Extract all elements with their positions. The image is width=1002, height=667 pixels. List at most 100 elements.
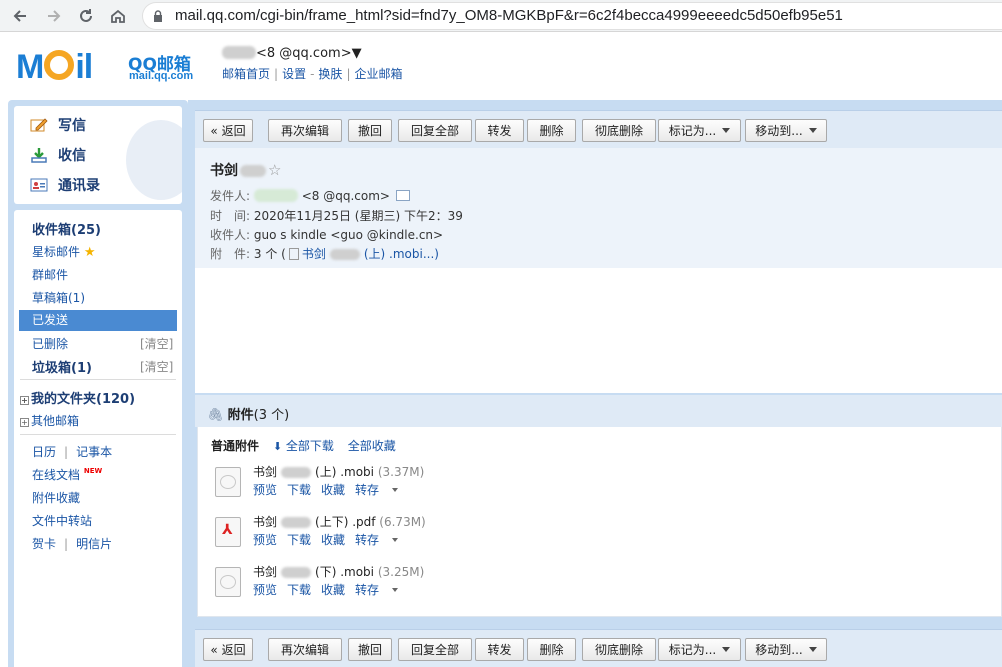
home-icon[interactable] — [106, 4, 130, 28]
file-transfer-link[interactable]: 文件中转站 — [32, 512, 92, 529]
back-arrow-icon[interactable] — [8, 4, 32, 28]
mobi-file-icon[interactable] — [215, 467, 241, 497]
attachment-name[interactable]: 书剑 (下) .mobi (3.25M) — [253, 563, 424, 580]
save-link[interactable]: 收藏 — [321, 483, 345, 497]
attachments-header: 🖇 附件(3 个) — [195, 395, 1002, 427]
preview-link[interactable]: 预览 — [253, 533, 277, 547]
download-link[interactable]: 下载 — [287, 583, 311, 597]
chevron-down-icon — [392, 538, 399, 542]
move-to-dropdown[interactable]: 移动到... — [745, 638, 827, 661]
reedit-button[interactable]: 再次编辑 — [268, 119, 342, 142]
forward-button[interactable]: 转发 — [475, 119, 524, 142]
save-link[interactable]: 收藏 — [321, 583, 345, 597]
clear-spam-link[interactable]: [清空] — [140, 358, 173, 375]
folder-inbox[interactable]: 收件箱(25) — [32, 219, 101, 238]
enterprise-link[interactable]: 企业邮箱 — [354, 67, 402, 81]
mail-body — [195, 268, 1002, 393]
preview-link[interactable]: 预览 — [253, 483, 277, 497]
transfer-dropdown[interactable]: 转存 — [355, 583, 408, 597]
expand-icon: + — [20, 418, 29, 427]
account-address: <8 @qq.com>▼ — [256, 46, 362, 61]
forward-arrow-icon[interactable] — [42, 4, 66, 28]
url-text: mail.qq.com/cgi-bin/frame_html?sid=fnd7y… — [175, 7, 843, 24]
delete-forever-button[interactable]: 彻底删除 — [582, 119, 656, 142]
chevron-down-icon — [392, 488, 399, 492]
reply-all-button[interactable]: 回复全部 — [398, 119, 472, 142]
penguin-decoration — [126, 120, 182, 200]
back-button[interactable]: « 返回 — [203, 638, 253, 661]
mail-toolbar-bottom: « 返回 再次编辑 撤回 回复全部 转发 删除 彻底删除 标记为... 移动到.… — [195, 629, 1002, 667]
attachment-link[interactable]: 书剑 (上) .mobi...) — [302, 247, 439, 261]
folder-drafts[interactable]: 草稿箱(1) — [32, 289, 85, 306]
download-arrow-icon — [31, 148, 47, 163]
folder-deleted[interactable]: 已删除 — [32, 335, 68, 352]
folder-starred[interactable]: 星标邮件 ★ — [32, 243, 96, 260]
from-address[interactable]: <8 @qq.com> — [302, 189, 390, 203]
mobi-file-icon[interactable] — [215, 567, 241, 597]
cards-link[interactable]: 贺卡 — [32, 537, 56, 551]
attachment-name[interactable]: 书剑 (上下) .pdf (6.73M) — [253, 513, 426, 530]
recall-button[interactable]: 撤回 — [348, 638, 392, 661]
folder-spam[interactable]: 垃圾箱(1) — [32, 357, 92, 376]
folder-sent[interactable]: 已发送 — [19, 310, 177, 331]
mail-header-info: 书剑 ☆ 发件人: <8 @qq.com> 时 间: 2020年11月25日 (星… — [195, 148, 1002, 268]
settings-link[interactable]: 设置 — [282, 67, 306, 81]
download-arrow-icon: ⬇ — [272, 440, 283, 453]
forward-button[interactable]: 转发 — [475, 638, 524, 661]
mark-as-dropdown[interactable]: 标记为... — [658, 119, 741, 142]
save-all-link[interactable]: 全部收藏 — [348, 439, 396, 453]
contacts-button[interactable]: 通讯录 — [30, 174, 100, 196]
reload-icon[interactable] — [74, 4, 98, 28]
divider — [20, 434, 176, 435]
transfer-dropdown[interactable]: 转存 — [355, 483, 408, 497]
mark-as-dropdown[interactable]: 标记为... — [658, 638, 741, 661]
attachments-panel: 普通附件 ⬇ 全部下载 全部收藏 书剑 (上) .mobi (3.37M) 预览下… — [197, 427, 1002, 617]
chevron-down-icon — [808, 647, 817, 652]
download-all-link[interactable]: ⬇ 全部下载 — [273, 439, 334, 453]
transfer-dropdown[interactable]: 转存 — [355, 533, 408, 547]
to-address[interactable]: guo s kindle <guo @kindle.cn> — [254, 228, 443, 242]
my-folders[interactable]: + 我的文件夹(120) — [20, 388, 135, 407]
mail-logo[interactable]: Mil — [16, 48, 93, 87]
clear-deleted-link[interactable]: [清空] — [140, 335, 173, 352]
delete-button[interactable]: 删除 — [527, 119, 576, 142]
delete-forever-button[interactable]: 彻底删除 — [582, 638, 656, 661]
address-bar[interactable]: mail.qq.com/cgi-bin/frame_html?sid=fnd7y… — [142, 2, 1002, 30]
home-link[interactable]: 邮箱首页 — [222, 67, 270, 81]
preview-link[interactable]: 预览 — [253, 583, 277, 597]
download-link[interactable]: 下载 — [287, 533, 311, 547]
compose-button[interactable]: 写信 — [30, 114, 86, 136]
recall-button[interactable]: 撤回 — [348, 119, 392, 142]
mail-subject: 书剑 ☆ — [210, 161, 282, 179]
online-docs-link[interactable]: 在线文档 NEW — [32, 466, 102, 483]
account-menu[interactable]: <8 @qq.com>▼ — [222, 46, 362, 61]
notes-link[interactable]: 记事本 — [76, 445, 112, 459]
attachments-section-header: 普通附件 ⬇ 全部下载 全部收藏 — [211, 439, 396, 453]
avatar-name-blur — [222, 46, 256, 59]
attachments-title: 🖇 附件(3 个) — [207, 408, 290, 423]
mail-toolbar-top: « 返回 再次编辑 撤回 回复全部 转发 删除 彻底删除 标记为... 移动到.… — [195, 110, 1002, 148]
attachment-favorites-link[interactable]: 附件收藏 — [32, 489, 80, 506]
back-button[interactable]: « 返回 — [203, 119, 253, 142]
other-mailboxes[interactable]: + 其他邮箱 — [20, 412, 79, 429]
attachment-name[interactable]: 书剑 (上) .mobi (3.37M) — [253, 463, 424, 480]
save-link[interactable]: 收藏 — [321, 533, 345, 547]
folder-list: 收件箱(25) 星标邮件 ★ 群邮件 草稿箱(1) 已发送 已删除 [清空] 垃… — [14, 210, 182, 667]
skin-link[interactable]: 换肤 — [318, 67, 342, 81]
receive-button[interactable]: 收信 — [30, 144, 86, 166]
reedit-button[interactable]: 再次编辑 — [268, 638, 342, 661]
star-icon[interactable]: ☆ — [268, 161, 281, 179]
delete-button[interactable]: 删除 — [527, 638, 576, 661]
attachment-actions: 预览 下载 收藏 转存 — [253, 531, 418, 548]
tools-row-1: 日历 | 记事本 — [32, 445, 113, 459]
lock-icon — [154, 10, 162, 22]
move-to-dropdown[interactable]: 移动到... — [745, 119, 827, 142]
calendar-link[interactable]: 日历 — [32, 445, 56, 459]
folder-group[interactable]: 群邮件 — [32, 266, 68, 283]
postcards-link[interactable]: 明信片 — [76, 537, 112, 551]
contact-card-icon[interactable] — [395, 190, 410, 201]
reply-all-button[interactable]: 回复全部 — [398, 638, 472, 661]
pdf-file-icon[interactable]: ⅄ — [215, 517, 241, 547]
download-link[interactable]: 下载 — [287, 483, 311, 497]
contact-card-icon — [30, 178, 48, 192]
